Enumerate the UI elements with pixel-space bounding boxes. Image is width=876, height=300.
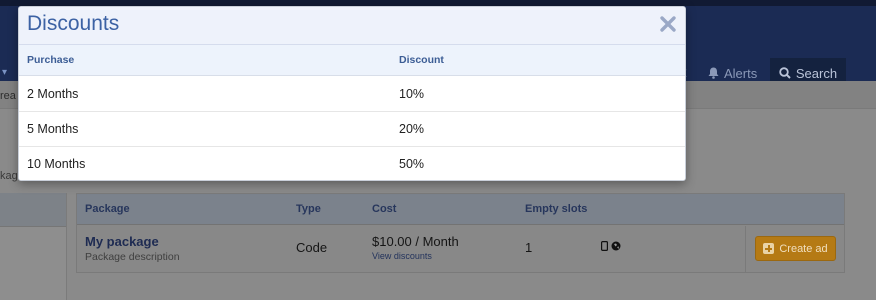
col-package: Package — [85, 203, 130, 215]
col-cost: Cost — [372, 203, 397, 215]
nav-dropdown-caret-icon[interactable]: ▾ — [2, 67, 7, 78]
package-name-link[interactable]: My package — [85, 234, 159, 249]
create-ad-button[interactable]: Create ad — [755, 236, 836, 261]
col-discount: Discount — [399, 54, 444, 66]
view-discounts-link[interactable]: View discounts — [372, 251, 432, 261]
packages-table: Package Type Cost Empty slots My package… — [76, 193, 845, 273]
alerts-label: Alerts — [724, 65, 758, 81]
purchase-cell: 5 Months — [27, 122, 79, 136]
col-purchase: Purchase — [27, 54, 75, 66]
search-label: Search — [795, 65, 838, 81]
table-row: 5 Months 20% — [19, 112, 685, 147]
discount-cell: 10% — [399, 87, 425, 101]
col-type: Type — [296, 203, 321, 215]
package-cost: $10.00 / Month — [372, 234, 459, 249]
side-panel — [0, 193, 67, 300]
side-panel-header — [0, 193, 66, 227]
plus-icon — [763, 243, 775, 254]
col-empty-slots: Empty slots — [525, 203, 588, 215]
page: ▾ x Alerts Search rea kag Package Type C… — [0, 0, 876, 300]
table-row: 2 Months 10% — [19, 77, 685, 112]
modal-title: Discounts — [27, 12, 120, 35]
breadcrumb-fragment: rea — [0, 90, 16, 102]
package-empty-slots: 1 — [525, 240, 533, 255]
globe-icon — [611, 241, 621, 251]
mobile-icon — [601, 241, 608, 251]
package-actions-cell: Create ad — [745, 226, 844, 272]
search-icon — [779, 67, 791, 79]
purchase-cell: 10 Months — [27, 157, 86, 171]
create-ad-label: Create ad — [779, 242, 828, 255]
purchase-cell: 2 Months — [27, 87, 79, 101]
content-text-fragment: kag — [0, 170, 18, 182]
table-row: 10 Months 50% — [19, 147, 685, 180]
discount-cell: 50% — [399, 157, 425, 171]
package-description: Package description — [85, 251, 180, 263]
package-platform-icons — [601, 241, 621, 251]
discount-cell: 20% — [399, 122, 425, 136]
packages-table-header: Package Type Cost Empty slots — [77, 194, 844, 225]
package-type: Code — [296, 240, 328, 255]
discounts-table-header: Purchase Discount — [19, 45, 685, 76]
discounts-modal: Discounts Purchase Discount 2 Months 10%… — [18, 6, 686, 181]
bell-icon — [708, 67, 719, 79]
close-icon[interactable] — [659, 13, 677, 35]
modal-header: Discounts — [19, 7, 685, 45]
